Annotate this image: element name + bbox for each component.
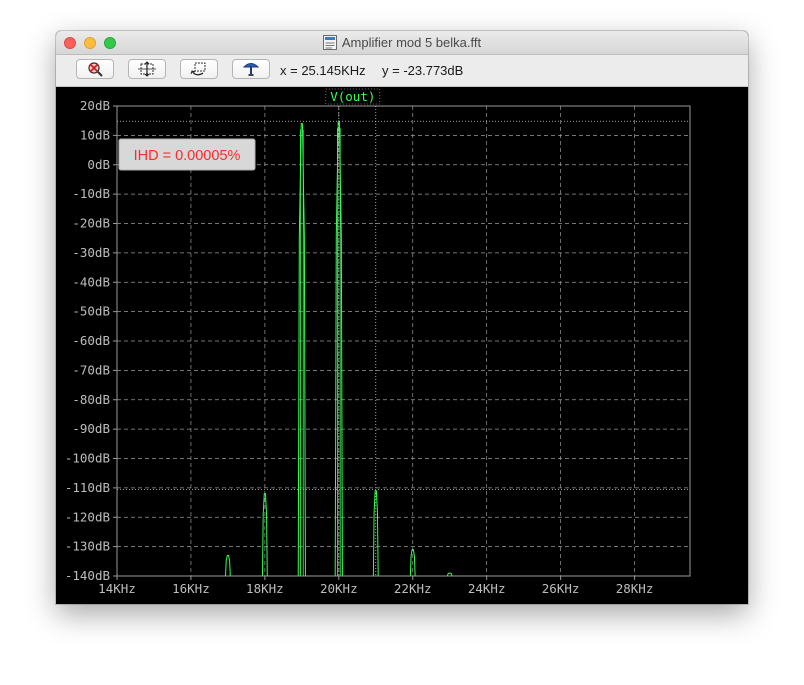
- zoom-back-button[interactable]: [180, 59, 218, 79]
- x-tick-label: 26KHz: [542, 581, 580, 596]
- y-tick-label: -50dB: [72, 304, 110, 319]
- window-title: Amplifier mod 5 belka.fft: [341, 35, 482, 50]
- autorange-button[interactable]: [76, 59, 114, 79]
- x-tick-label: 14KHz: [98, 581, 136, 596]
- cursor-x-readout: x = 25.145KHz: [280, 63, 366, 78]
- y-tick-label: -100dB: [65, 451, 110, 466]
- x-tick-label: 22KHz: [394, 581, 432, 596]
- y-tick-label: 10dB: [80, 127, 110, 142]
- document-icon: [322, 35, 337, 50]
- fft-window: Amplifier mod 5 belka.fft x = 25.145KHz …: [56, 31, 748, 604]
- x-tick-label: 20KHz: [320, 581, 358, 596]
- y-tick-label: -90dB: [72, 421, 110, 436]
- x-tick-label: 18KHz: [246, 581, 284, 596]
- y-tick-label: -70dB: [72, 362, 110, 377]
- ihd-annotation[interactable]: IHD = 0.00005%: [134, 148, 241, 164]
- zoom-extents-button[interactable]: [128, 59, 166, 79]
- y-tick-label: -60dB: [72, 333, 110, 348]
- title-bar[interactable]: Amplifier mod 5 belka.fft: [56, 31, 748, 55]
- y-tick-label: -10dB: [72, 186, 110, 201]
- zoom-back-icon: [190, 62, 206, 76]
- spectrum-peak: [225, 554, 231, 577]
- probe-icon: [242, 63, 260, 76]
- y-tick-label: -110dB: [65, 480, 110, 495]
- y-tick-label: 20dB: [80, 98, 110, 113]
- zoom-extents-icon: [138, 61, 156, 77]
- probe-button[interactable]: [232, 59, 270, 79]
- y-tick-label: 0dB: [87, 157, 110, 172]
- y-tick-label: -130dB: [65, 539, 110, 554]
- x-tick-label: 24KHz: [468, 581, 506, 596]
- trace-label[interactable]: V(out): [330, 89, 375, 104]
- y-tick-label: -20dB: [72, 216, 110, 231]
- fft-plot[interactable]: 20dB 10dB 0dB -10dB -20dB -30dB -40dB -50dB -60d…: [56, 87, 748, 604]
- spectrum-peak: [372, 490, 379, 577]
- autorange-icon: [88, 62, 103, 77]
- x-tick-label: 28KHz: [616, 581, 654, 596]
- spectrum-peak: [297, 123, 306, 577]
- y-tick-label: -120dB: [65, 509, 110, 524]
- y-tick-label: -80dB: [72, 392, 110, 407]
- x-tick-label: 16KHz: [172, 581, 210, 596]
- cursor-y-readout: y = -23.773dB: [382, 63, 464, 78]
- y-tick-label: -40dB: [72, 274, 110, 289]
- toolbar: x = 25.145KHz y = -23.773dB: [56, 55, 748, 87]
- y-tick-label: -30dB: [72, 245, 110, 260]
